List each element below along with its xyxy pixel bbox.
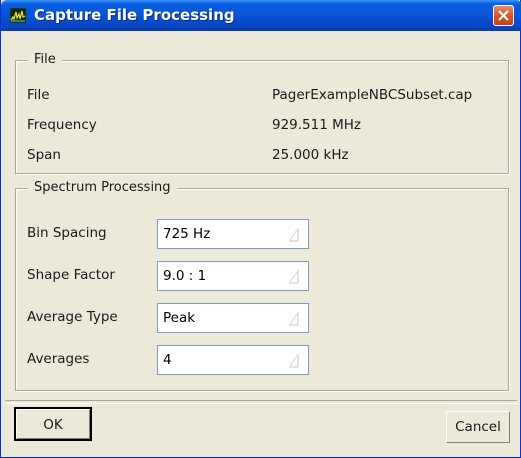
spectrum-app-icon [10,8,26,23]
averages-select[interactable]: 4 [157,345,309,375]
file-group-legend: File [28,52,62,67]
dialog-content: File File PagerExampleNBCSubset.cap Freq… [5,31,517,454]
frequency-value: 929.511 MHz [272,117,362,133]
file-value: PagerExampleNBCSubset.cap [272,87,473,103]
average-type-dropdown-button[interactable] [281,305,307,331]
title-bar[interactable]: Capture File Processing [1,0,521,31]
averages-value: 4 [163,352,172,368]
cancel-button[interactable]: Cancel [446,411,510,443]
bin-spacing-select[interactable]: 725 Hz [157,219,309,249]
average-type-label: Average Type [27,309,118,325]
window-title: Capture File Processing [34,6,235,24]
dropdown-arrow-icon [289,270,299,284]
dropdown-arrow-icon [289,312,299,326]
bin-spacing-value: 725 Hz [163,226,211,242]
average-type-value: Peak [163,310,196,326]
shape-factor-dropdown-button[interactable] [281,263,307,289]
frequency-label: Frequency [27,117,97,133]
averages-label: Averages [27,351,90,367]
span-label: Span [27,147,61,163]
button-separator [5,400,517,404]
dropdown-arrow-icon [289,354,299,368]
shape-factor-label: Shape Factor [27,267,115,283]
bin-spacing-dropdown-button[interactable] [281,221,307,247]
capture-file-processing-dialog: Capture File Processing File File PagerE… [0,0,521,458]
file-label: File [27,87,50,103]
spectrum-group-legend: Spectrum Processing [28,180,177,195]
span-value: 25.000 kHz [272,147,349,163]
spectrum-processing-group: Spectrum Processing Bin Spacing 725 Hz S… [15,180,509,391]
average-type-select[interactable]: Peak [157,303,309,333]
averages-dropdown-button[interactable] [281,347,307,373]
file-group: File File PagerExampleNBCSubset.cap Freq… [15,52,509,174]
shape-factor-value: 9.0 : 1 [163,268,207,284]
shape-factor-select[interactable]: 9.0 : 1 [157,261,309,291]
ok-button[interactable]: OK [14,407,92,441]
close-icon [498,10,509,21]
dropdown-arrow-icon [289,228,299,242]
close-button[interactable] [493,5,514,26]
bin-spacing-label: Bin Spacing [27,225,107,241]
